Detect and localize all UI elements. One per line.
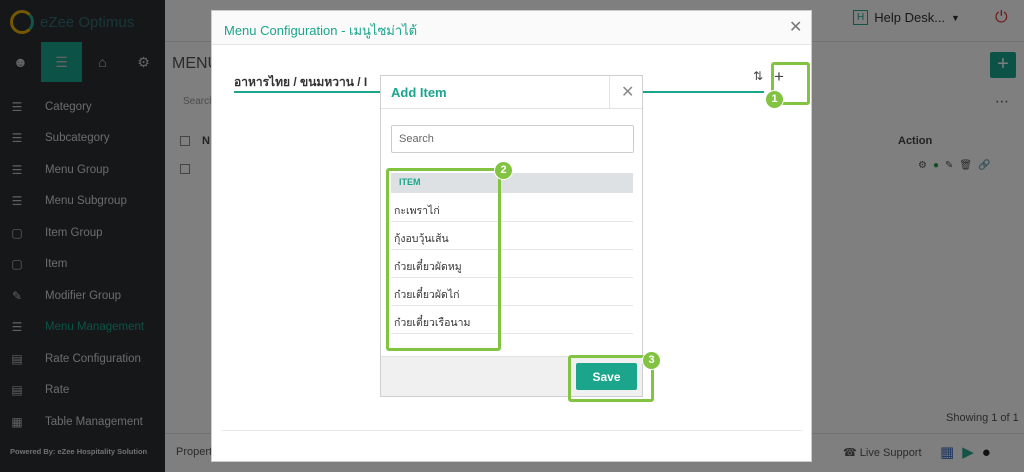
close-icon[interactable]: ✕: [789, 17, 802, 37]
dialog-header: Add Item ✕: [381, 76, 642, 109]
modal-footer-divider: [222, 430, 802, 431]
highlight-save-button: [568, 355, 654, 402]
breadcrumb[interactable]: อาหารไทย / ขนมหวาน / I: [234, 73, 367, 92]
modal-title: Menu Configuration - เมนูไซม่าไต้: [224, 23, 418, 38]
search-input[interactable]: [391, 125, 634, 153]
dialog-title: Add Item: [391, 85, 447, 100]
dialog-close-button[interactable]: ✕: [609, 76, 642, 109]
highlight-item-list: [386, 168, 501, 351]
step-badge-1: 1: [765, 90, 784, 109]
sort-icon[interactable]: ⇅: [753, 69, 763, 83]
modal-header: Menu Configuration - เมนูไซม่าไต้ ✕: [212, 11, 811, 45]
close-icon[interactable]: ✕: [621, 82, 634, 102]
step-badge-3: 3: [642, 351, 661, 370]
step-badge-2: 2: [494, 161, 513, 180]
